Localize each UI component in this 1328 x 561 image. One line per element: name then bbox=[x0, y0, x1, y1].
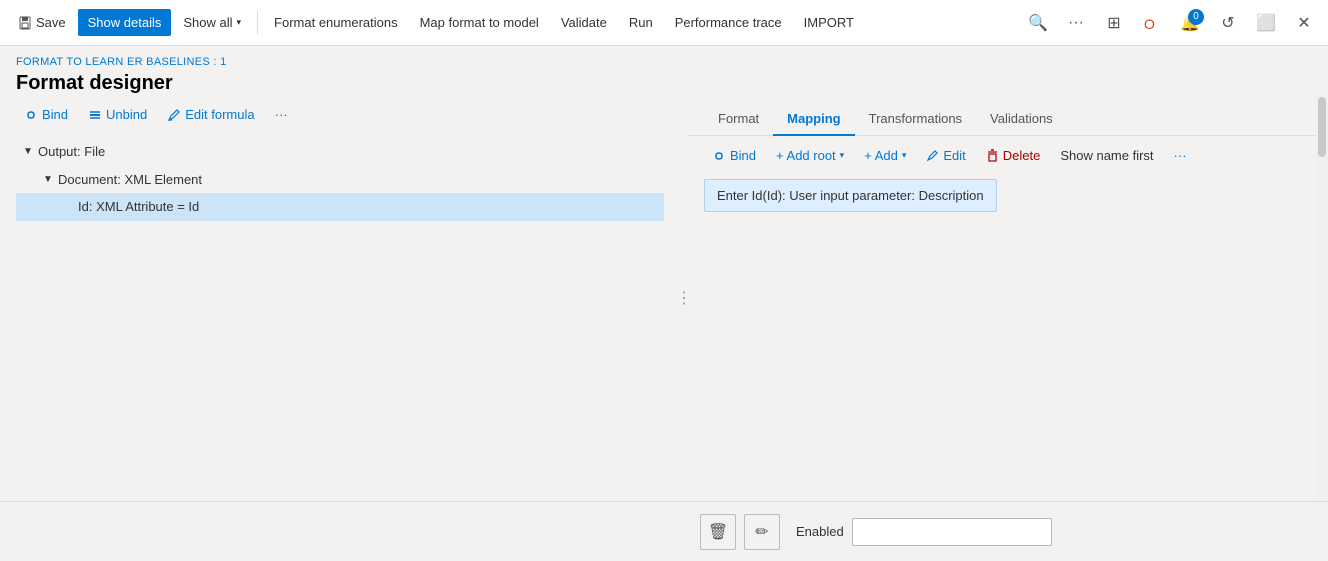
tab-format[interactable]: Format bbox=[704, 103, 773, 136]
edit-icon bbox=[926, 149, 939, 162]
add-root-button[interactable]: + Add root ▾ bbox=[768, 144, 852, 167]
save-button[interactable]: Save bbox=[8, 9, 76, 36]
bottom-edit-icon: ✏ bbox=[755, 522, 768, 542]
right-toolbar: Bind + Add root ▾ + Add ▾ Edit bbox=[688, 136, 1328, 175]
scrollbar-thumb[interactable] bbox=[1318, 97, 1326, 157]
import-button[interactable]: IMPORT bbox=[794, 9, 864, 36]
save-icon bbox=[18, 16, 32, 30]
unbind-button[interactable]: Unbind bbox=[80, 103, 155, 126]
notification-badge: 0 bbox=[1188, 9, 1204, 25]
tab-transformations[interactable]: Transformations bbox=[855, 103, 976, 136]
delete-icon bbox=[986, 149, 999, 162]
show-name-first-button[interactable]: Show name first bbox=[1052, 144, 1161, 167]
delete-button[interactable]: Delete bbox=[978, 144, 1049, 167]
breadcrumb: FORMAT TO LEARN ER BASELINES : 1 bbox=[16, 56, 1312, 68]
tree-toggle-0[interactable] bbox=[20, 144, 36, 160]
format-enumerations-button[interactable]: Format enumerations bbox=[264, 9, 408, 36]
main-toolbar: Save Show details Show all ▾ Format enum… bbox=[0, 0, 1328, 46]
right-bind-button[interactable]: Bind bbox=[704, 144, 764, 167]
mapping-entry: Enter Id(Id): User input parameter: Desc… bbox=[704, 179, 997, 212]
page-title: Format designer bbox=[16, 72, 1312, 95]
panel-divider[interactable] bbox=[680, 95, 688, 501]
main-content: Bind Unbind Edit formula ··· bbox=[0, 95, 1328, 501]
toolbar-separator bbox=[257, 11, 258, 35]
bind-button[interactable]: Bind bbox=[16, 103, 76, 126]
search-button[interactable]: 🔍 bbox=[1022, 7, 1054, 39]
bind-icon bbox=[24, 108, 38, 122]
validate-button[interactable]: Validate bbox=[551, 9, 617, 36]
bottom-bar: 🗑 ✏ Enabled bbox=[0, 501, 1328, 561]
right-panel: Format Mapping Transformations Validatio… bbox=[688, 95, 1328, 501]
edit-formula-icon bbox=[167, 108, 181, 122]
mapping-content: Enter Id(Id): User input parameter: Desc… bbox=[688, 175, 1328, 501]
bottom-delete-button[interactable]: 🗑 bbox=[700, 514, 736, 550]
right-bind-icon bbox=[712, 149, 726, 163]
add-root-chevron-icon: ▾ bbox=[840, 150, 845, 161]
tabs: Format Mapping Transformations Validatio… bbox=[688, 95, 1328, 136]
tree-label-1: Document: XML Element bbox=[58, 170, 202, 190]
tree-item-document-xml[interactable]: Document: XML Element bbox=[16, 166, 664, 194]
tree-toggle-1[interactable] bbox=[40, 171, 56, 187]
office-button[interactable]: O bbox=[1136, 7, 1168, 39]
tree-view: Output: File Document: XML Element ▶ Id:… bbox=[0, 134, 680, 501]
left-panel: Bind Unbind Edit formula ··· bbox=[0, 95, 680, 501]
secondary-more-button[interactable]: ··· bbox=[267, 103, 296, 126]
run-button[interactable]: Run bbox=[619, 9, 663, 36]
add-chevron-icon: ▾ bbox=[902, 150, 907, 161]
unbind-icon bbox=[88, 108, 102, 122]
edit-button[interactable]: Edit bbox=[918, 144, 973, 167]
grid-view-button[interactable]: ⊞ bbox=[1098, 7, 1130, 39]
edit-formula-button[interactable]: Edit formula bbox=[159, 103, 262, 126]
secondary-toolbar: Bind Unbind Edit formula ··· bbox=[0, 95, 680, 134]
show-details-button[interactable]: Show details bbox=[78, 9, 172, 36]
bottom-edit-button[interactable]: ✏ bbox=[744, 514, 780, 550]
refresh-button[interactable]: ↺ bbox=[1212, 7, 1244, 39]
office-icon: O bbox=[1144, 15, 1160, 31]
map-format-to-model-button[interactable]: Map format to model bbox=[410, 9, 549, 36]
tab-mapping[interactable]: Mapping bbox=[773, 103, 854, 136]
show-all-button[interactable]: Show all ▾ bbox=[173, 9, 251, 36]
toolbar-right: 🔍 ··· ⊞ O 🔔 0 ↺ ⬜ ✕ bbox=[1022, 7, 1320, 39]
tree-label-0: Output: File bbox=[38, 142, 105, 162]
svg-text:O: O bbox=[1144, 16, 1155, 31]
more-options-button[interactable]: ··· bbox=[1060, 7, 1092, 39]
enabled-label: Enabled bbox=[788, 524, 844, 539]
page-header: FORMAT TO LEARN ER BASELINES : 1 Format … bbox=[0, 46, 1328, 95]
tree-item-id-xml-attr[interactable]: ▶ Id: XML Attribute = Id bbox=[16, 193, 664, 221]
tab-validations[interactable]: Validations bbox=[976, 103, 1067, 136]
tree-label-2: Id: XML Attribute = Id bbox=[78, 197, 199, 217]
tree-toggle-2: ▶ bbox=[60, 199, 76, 215]
enabled-input[interactable] bbox=[852, 518, 1052, 546]
add-button[interactable]: + Add ▾ bbox=[856, 144, 914, 167]
notification-wrap: 🔔 0 bbox=[1174, 7, 1206, 39]
right-scrollbar[interactable] bbox=[1316, 95, 1328, 501]
bottom-delete-icon: 🗑 bbox=[708, 522, 728, 542]
show-all-chevron-icon: ▾ bbox=[237, 17, 242, 28]
performance-trace-button[interactable]: Performance trace bbox=[665, 9, 792, 36]
right-more-button[interactable]: ··· bbox=[1166, 144, 1195, 167]
close-button[interactable]: ✕ bbox=[1288, 7, 1320, 39]
maximize-button[interactable]: ⬜ bbox=[1250, 7, 1282, 39]
tree-item-output-file[interactable]: Output: File bbox=[16, 138, 664, 166]
